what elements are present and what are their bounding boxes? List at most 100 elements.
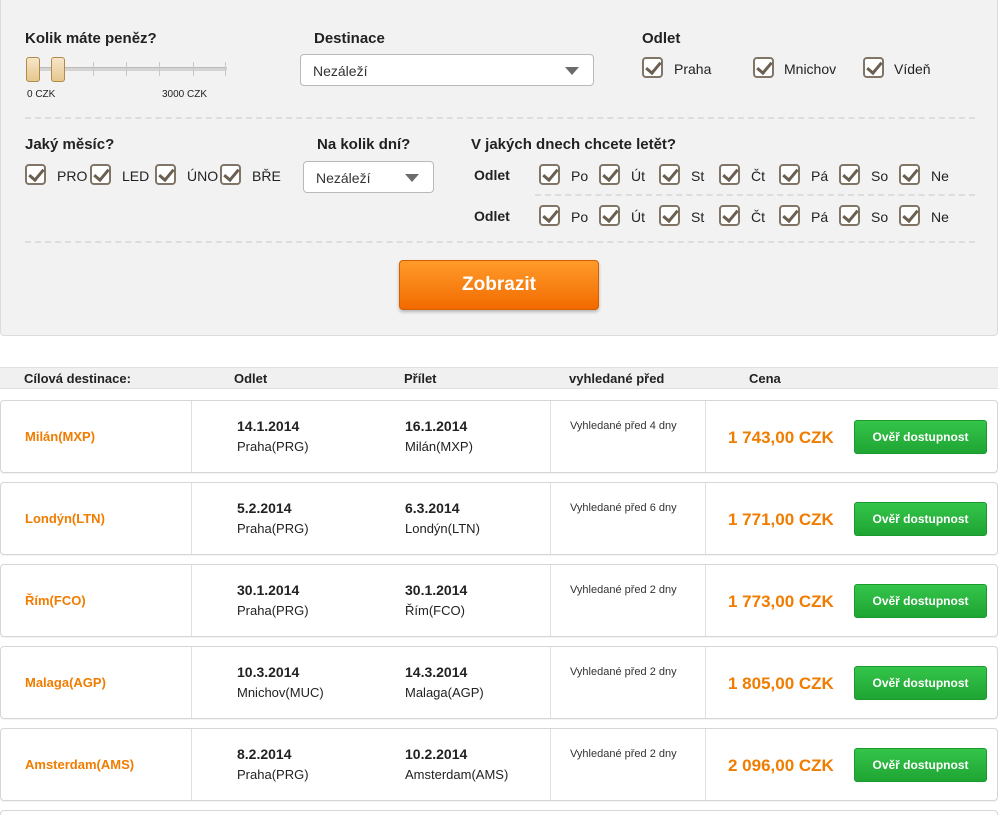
month-led-label: LED bbox=[122, 168, 150, 184]
weekday-checkbox-row2-4[interactable] bbox=[779, 205, 800, 226]
departure-place: Praha(PRG) bbox=[237, 521, 309, 536]
weekday-checkbox-row1-5[interactable] bbox=[839, 164, 860, 185]
arrival-date: 14.3.2014 bbox=[405, 664, 468, 680]
arrival-date: 10.2.2014 bbox=[405, 746, 468, 762]
destination-link[interactable]: Milán(MXP) bbox=[25, 429, 95, 444]
month-bre-checkbox[interactable] bbox=[220, 164, 241, 185]
destination-select-value: Nezáleží bbox=[313, 63, 368, 79]
column-divider bbox=[550, 565, 551, 636]
money-max-label: 3000 CZK bbox=[162, 89, 208, 100]
destination-link[interactable]: Řím(FCO) bbox=[25, 593, 86, 608]
month-bre-label: BŘE bbox=[252, 168, 281, 184]
weekday-label: St bbox=[691, 209, 705, 225]
weekdays-row2-label: Odlet bbox=[474, 208, 510, 224]
weekday-label: Ne bbox=[931, 168, 949, 184]
slider-tick bbox=[93, 62, 94, 76]
arrival-date: 6.3.2014 bbox=[405, 500, 460, 516]
weekday-checkbox-row1-3[interactable] bbox=[719, 164, 740, 185]
check-availability-button[interactable]: Ověř dostupnost bbox=[854, 502, 987, 536]
column-divider bbox=[550, 401, 551, 472]
header-price: Cena bbox=[749, 371, 781, 386]
header-arrival: Přílet bbox=[404, 371, 437, 386]
destination-link[interactable]: Londýn(LTN) bbox=[25, 511, 105, 526]
weekday-checkbox-row1-1[interactable] bbox=[599, 164, 620, 185]
departure-place: Praha(PRG) bbox=[237, 767, 309, 782]
check-availability-button[interactable]: Ověř dostupnost bbox=[854, 666, 987, 700]
table-row: Amsterdam(AMS) 8.2.2014 Praha(PRG) 10.2.201… bbox=[0, 728, 998, 801]
column-divider bbox=[705, 483, 706, 554]
month-pro-checkbox[interactable] bbox=[25, 164, 46, 185]
filter-panel: Kolik máte peněz? 0 CZK 3000 CZK Destina… bbox=[0, 0, 998, 336]
table-row: Londýn(LTN) 5.2.2014 Praha(PRG) 6.3.2014 Lon… bbox=[0, 482, 998, 555]
departure-mnichov-checkbox[interactable] bbox=[753, 57, 774, 78]
price: 1 743,00 CZK bbox=[728, 428, 834, 447]
month-pro-label: PRO bbox=[57, 168, 88, 184]
column-divider bbox=[191, 647, 192, 718]
arrival-place: Amsterdam(AMS) bbox=[405, 767, 509, 782]
searched-ago: Vyhledané před 4 dny bbox=[570, 420, 677, 432]
price: 1 771,00 CZK bbox=[728, 510, 834, 529]
column-divider bbox=[705, 565, 706, 636]
header-destination: Cílová destinace: bbox=[24, 371, 131, 386]
arrival-date: 30.1.2014 bbox=[405, 582, 468, 598]
month-uno-checkbox[interactable] bbox=[155, 164, 176, 185]
departure-place: Praha(PRG) bbox=[237, 603, 309, 618]
arrival-place: Milán(MXP) bbox=[405, 439, 473, 454]
check-availability-button[interactable]: Ověř dostupnost bbox=[854, 748, 987, 782]
price: 1 773,00 CZK bbox=[728, 592, 834, 611]
money-label: Kolik máte peněz? bbox=[25, 30, 157, 47]
results-header: Cílová destinace: Odlet Přílet vyhledané… bbox=[0, 367, 998, 389]
days-select[interactable]: Nezáleží bbox=[303, 161, 434, 193]
arrival-place: Londýn(LTN) bbox=[405, 521, 480, 536]
departure-date: 10.3.2014 bbox=[237, 664, 300, 680]
column-divider bbox=[191, 565, 192, 636]
slider-tick bbox=[225, 62, 226, 76]
departure-viden-label: Vídeň bbox=[894, 61, 931, 77]
departure-viden-checkbox[interactable] bbox=[863, 57, 884, 78]
departure-praha-checkbox[interactable] bbox=[642, 57, 663, 78]
slider-max-handle[interactable] bbox=[51, 57, 65, 82]
destination-link[interactable]: Amsterdam(AMS) bbox=[25, 757, 134, 772]
weekday-checkbox-row2-2[interactable] bbox=[659, 205, 680, 226]
weekday-checkbox-row2-5[interactable] bbox=[839, 205, 860, 226]
table-row: Milán(MXP) 14.1.2014 Praha(PRG) 16.1.2014 Mi… bbox=[0, 400, 998, 473]
check-availability-button[interactable]: Ověř dostupnost bbox=[854, 584, 987, 618]
departure-place: Mnichov(MUC) bbox=[237, 685, 324, 700]
departure-label: Odlet bbox=[642, 30, 681, 47]
weekday-label: So bbox=[871, 168, 889, 184]
departure-mnichov-label: Mnichov bbox=[784, 61, 837, 77]
slider-min-handle[interactable] bbox=[26, 57, 40, 82]
searched-ago: Vyhledané před 6 dny bbox=[570, 502, 677, 514]
weekday-checkbox-row1-0[interactable] bbox=[539, 164, 560, 185]
searched-ago: Vyhledané před 2 dny bbox=[570, 584, 677, 596]
price: 2 096,00 CZK bbox=[728, 756, 834, 775]
weekday-checkbox-row2-1[interactable] bbox=[599, 205, 620, 226]
weekday-checkbox-row1-4[interactable] bbox=[779, 164, 800, 185]
weekday-checkbox-row2-0[interactable] bbox=[539, 205, 560, 226]
chevron-down-icon bbox=[565, 67, 579, 75]
column-divider bbox=[191, 401, 192, 472]
weekday-checkbox-row2-6[interactable] bbox=[899, 205, 920, 226]
weekday-label: Ne bbox=[931, 209, 949, 225]
destination-select[interactable]: Nezáleží bbox=[300, 54, 594, 86]
weekday-checkbox-row2-3[interactable] bbox=[719, 205, 740, 226]
departure-place: Praha(PRG) bbox=[237, 439, 309, 454]
destination-link[interactable]: Malaga(AGP) bbox=[25, 675, 106, 690]
departure-date: 8.2.2014 bbox=[237, 746, 292, 762]
departure-date: 5.2.2014 bbox=[237, 500, 292, 516]
arrival-place: Řím(FCO) bbox=[405, 603, 465, 618]
check-availability-button[interactable]: Ověř dostupnost bbox=[854, 420, 987, 454]
header-searched: vyhledané před bbox=[569, 371, 665, 386]
month-label: Jaký měsíc? bbox=[25, 136, 115, 153]
weekday-checkbox-row1-6[interactable] bbox=[899, 164, 920, 185]
table-row: Malaga(AGP) 10.3.2014 Mnichov(MUC) 14.3.201… bbox=[0, 646, 998, 719]
weekday-checkbox-row1-2[interactable] bbox=[659, 164, 680, 185]
price: 1 805,00 CZK bbox=[728, 674, 834, 693]
days-select-value: Nezáleží bbox=[316, 170, 371, 186]
column-divider bbox=[705, 401, 706, 472]
show-button[interactable]: Zobrazit bbox=[399, 260, 599, 310]
departure-date: 30.1.2014 bbox=[237, 582, 300, 598]
weekday-label: Čt bbox=[751, 168, 765, 184]
month-led-checkbox[interactable] bbox=[90, 164, 111, 185]
chevron-down-icon bbox=[405, 174, 419, 182]
